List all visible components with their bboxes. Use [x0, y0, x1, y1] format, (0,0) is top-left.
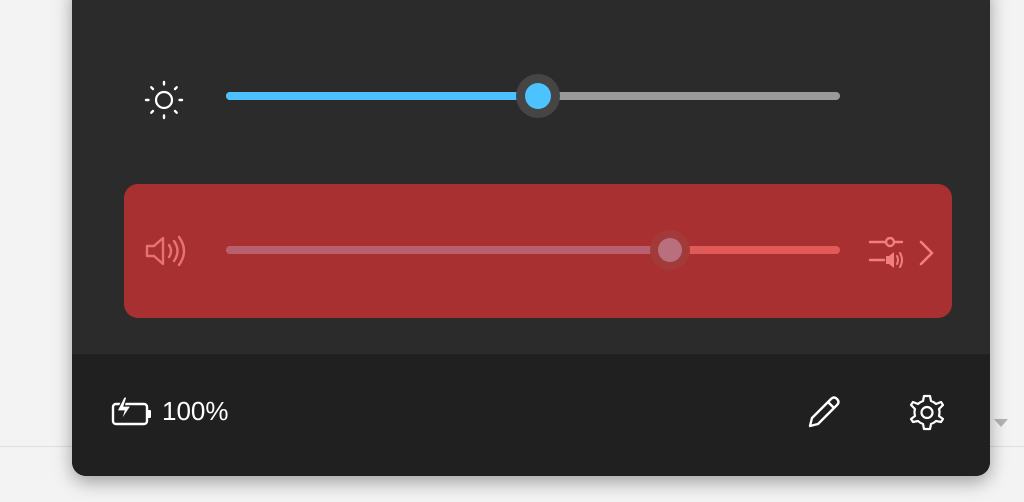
- battery-status[interactable]: 100%: [110, 390, 280, 434]
- brightness-slider-thumb[interactable]: [516, 74, 560, 118]
- volume-slider-fill: [226, 246, 670, 254]
- volume-slider[interactable]: [226, 230, 840, 270]
- brightness-slider[interactable]: [226, 74, 840, 118]
- volume-slider-thumb[interactable]: [650, 230, 690, 270]
- caret-down-icon: [994, 419, 1008, 427]
- quick-settings-panel: 100%: [72, 0, 990, 476]
- battery-percent: 100%: [162, 396, 229, 426]
- chevron-right-icon[interactable]: [916, 238, 938, 268]
- volume-row: [124, 184, 952, 318]
- battery-charging-icon: [111, 396, 151, 426]
- speaker-icon[interactable]: [144, 234, 188, 268]
- pencil-icon[interactable]: [802, 392, 844, 434]
- gear-icon[interactable]: [906, 392, 948, 434]
- audio-mixer-icon[interactable]: [866, 232, 912, 272]
- sun-icon: [144, 80, 184, 120]
- brightness-slider-fill: [226, 92, 538, 100]
